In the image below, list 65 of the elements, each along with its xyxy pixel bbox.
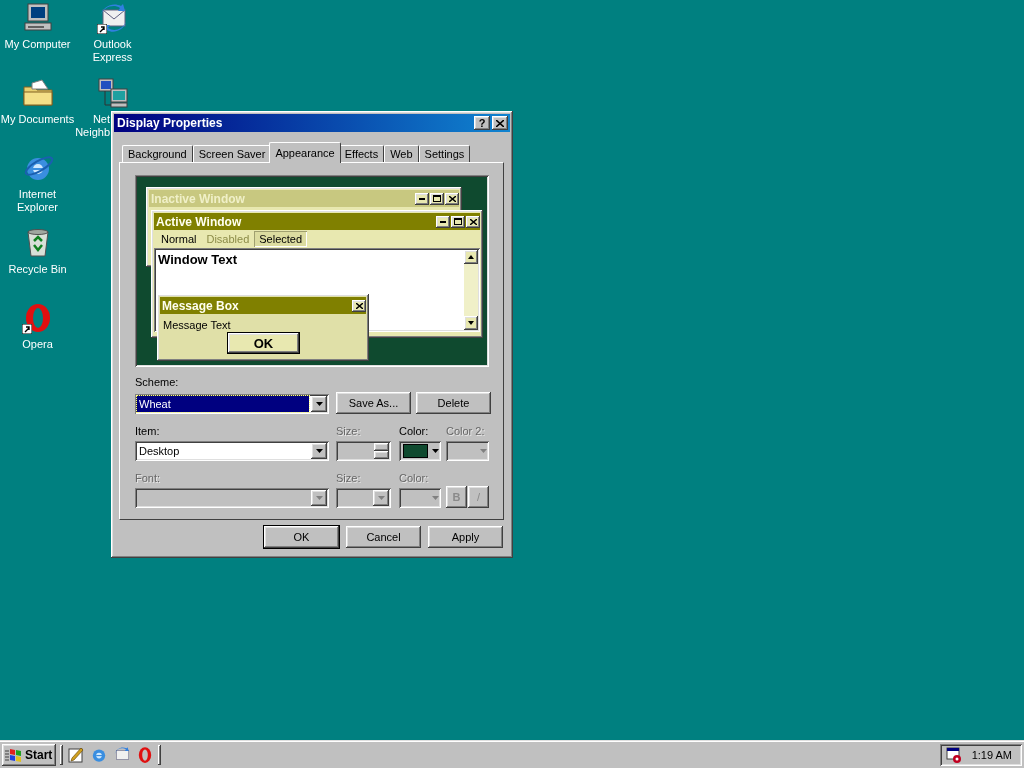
field-label: Size:	[336, 425, 362, 438]
desktop-icon-label[interactable]: Opera	[22, 338, 53, 351]
desktop-icon-label[interactable]: Internet Explorer	[17, 188, 58, 214]
window-text: Window Text	[158, 252, 238, 267]
color-picker[interactable]	[446, 441, 489, 461]
start-button[interactable]: Start	[2, 744, 56, 766]
minimize-icon	[415, 192, 429, 205]
maximize-icon	[451, 215, 465, 228]
dropdown-arrow-icon	[480, 449, 487, 453]
item-dropdown[interactable]: Desktop	[135, 441, 329, 461]
window-title: Active Window	[156, 214, 243, 229]
scheduler-icon[interactable]	[945, 747, 962, 763]
window-title: Display Properties	[116, 116, 224, 130]
field-label: Scheme:	[135, 376, 180, 389]
field-label: Item:	[135, 425, 161, 438]
desktop-icon-label[interactable]: Net Neighb	[75, 113, 110, 139]
color-picker[interactable]	[399, 488, 441, 508]
close-icon	[445, 192, 459, 205]
close-icon	[352, 299, 366, 312]
browser-icon[interactable]	[90, 746, 108, 764]
dropdown-arrow-icon	[432, 449, 439, 453]
tab[interactable]: Screen Saver	[192, 145, 272, 162]
close-icon	[496, 119, 504, 127]
close-button[interactable]	[492, 116, 508, 130]
field-label: Size:	[336, 472, 362, 485]
window-title: Inactive Window	[151, 191, 246, 206]
minimize-icon	[436, 215, 450, 228]
desktop-icon-label[interactable]: Outlook Express	[92, 38, 133, 64]
windows-logo-icon	[5, 747, 23, 763]
close-icon	[466, 215, 480, 228]
scroll-up-icon	[464, 250, 478, 264]
help-button[interactable]: ?	[474, 116, 490, 130]
tab[interactable]: Effects	[338, 145, 385, 162]
color-picker[interactable]	[399, 441, 441, 461]
field-label: Font:	[135, 472, 162, 485]
save-as-button[interactable]: Save As...	[336, 392, 411, 414]
scroll-down-icon	[464, 316, 478, 330]
desktop-icon-label[interactable]: Recycle Bin	[8, 263, 67, 276]
message-text: Message Text	[162, 318, 232, 333]
ok-button[interactable]: OK	[227, 332, 300, 354]
dialog-button[interactable]: Apply	[428, 526, 503, 548]
tab[interactable]: Web	[384, 145, 419, 162]
shortcut-arrow-icon	[21, 324, 32, 334]
tab[interactable]: Appearance	[269, 142, 341, 163]
font-size-dropdown[interactable]	[336, 488, 391, 508]
field-label: Color:	[399, 425, 430, 438]
field-label: Color 2:	[446, 425, 486, 438]
field-label: Color:	[399, 472, 430, 485]
maximize-icon	[430, 192, 444, 205]
shortcut-arrow-icon	[96, 24, 107, 34]
delete-button[interactable]: Delete	[416, 392, 491, 414]
notepad-icon[interactable]	[67, 746, 85, 764]
window-title: Message Box	[162, 298, 240, 313]
scheme-dropdown[interactable]: Wheat	[135, 394, 329, 414]
dialog-button[interactable]: Cancel	[346, 526, 421, 548]
opera-icon[interactable]	[136, 746, 154, 764]
font-dropdown[interactable]	[135, 488, 329, 508]
dropdown-arrow-icon	[432, 496, 439, 500]
desktop-icon-label[interactable]: My Computer	[4, 38, 71, 51]
clock-time[interactable]: 1:19 AM	[971, 749, 1012, 761]
tab[interactable]: Background	[122, 145, 193, 162]
desktop-icon-label[interactable]: My Documents	[0, 113, 75, 126]
tab[interactable]: Settings	[418, 145, 471, 162]
dialog-button[interactable]: OK	[264, 526, 339, 548]
size-spinbox[interactable]	[336, 441, 391, 461]
